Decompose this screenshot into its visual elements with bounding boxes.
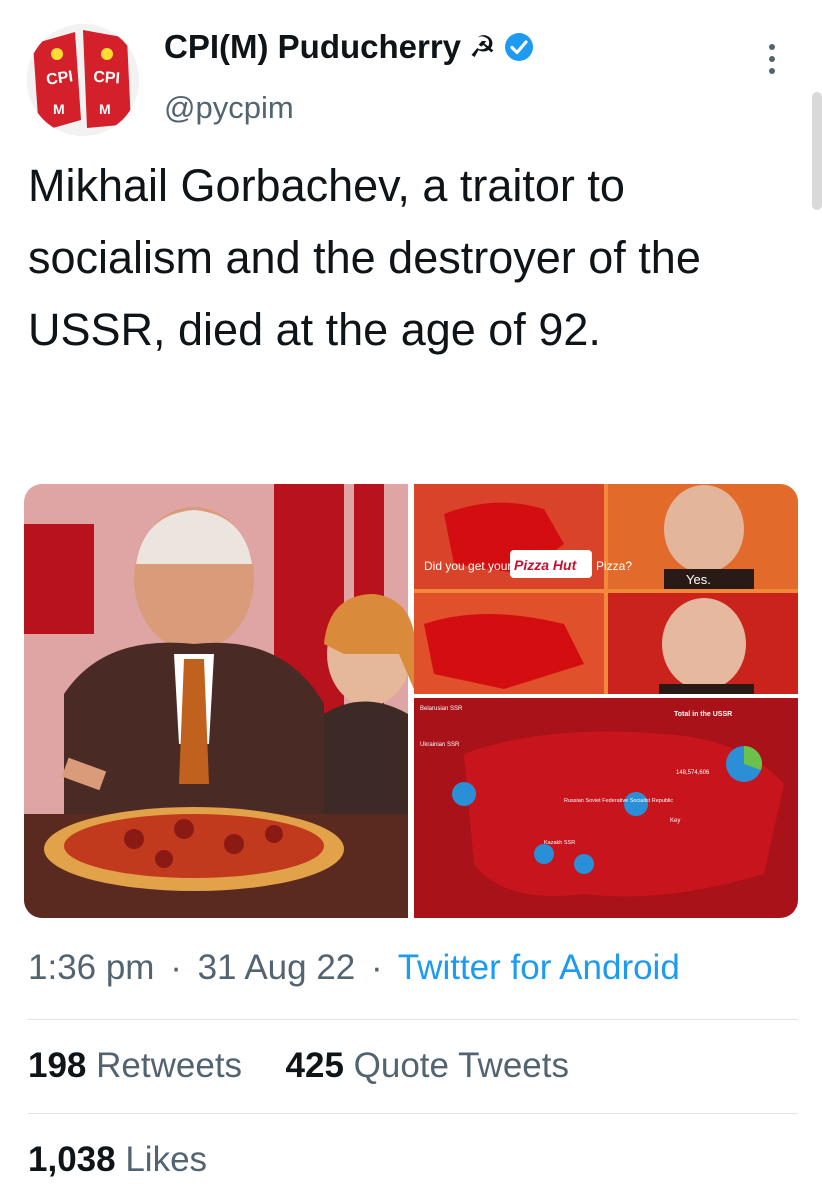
tweet-date[interactable]: 31 Aug 22 bbox=[198, 948, 356, 987]
divider bbox=[28, 1019, 798, 1020]
meta-separator: · bbox=[170, 948, 182, 987]
engagement-stats: 198 Retweets 425 Quote Tweets bbox=[28, 1046, 569, 1086]
vertical-ellipsis-icon[interactable] bbox=[764, 44, 780, 80]
tweet-source[interactable]: Twitter for Android bbox=[398, 948, 680, 987]
infographic-key-label: Key bbox=[670, 818, 680, 824]
quotes-count: 425 bbox=[285, 1046, 344, 1085]
author-handle[interactable]: @pycpim bbox=[164, 90, 294, 126]
infographic-rsfsr-label: Russian Soviet Federative Socialist Repu… bbox=[564, 798, 673, 804]
likes-count: 1,038 bbox=[28, 1140, 116, 1179]
verified-badge-icon bbox=[504, 32, 534, 62]
scrollbar[interactable] bbox=[812, 92, 822, 210]
retweets-count: 198 bbox=[28, 1046, 87, 1085]
pizza-hut-meme[interactable]: Pizza Hut Did you get your Pizza? Yes. bbox=[414, 484, 798, 694]
meme-answer: Yes. bbox=[686, 572, 711, 587]
meta-separator: · bbox=[370, 948, 383, 987]
infographic-total-value: 148,574,606 bbox=[676, 770, 710, 776]
svg-text:M: M bbox=[99, 101, 111, 117]
svg-text:M: M bbox=[53, 101, 65, 117]
infographic-ukraine-label: Ukrainian SSR bbox=[420, 742, 460, 748]
retweets-link[interactable]: 198 Retweets bbox=[28, 1046, 242, 1085]
svg-text:CPI: CPI bbox=[93, 69, 121, 88]
divider bbox=[28, 1113, 798, 1114]
pizza-hut-logo: Pizza Hut bbox=[514, 557, 578, 573]
likes-link[interactable]: 1,038 Likes bbox=[28, 1140, 207, 1180]
likes-label: Likes bbox=[125, 1140, 208, 1179]
meme-caption-right: Pizza? bbox=[596, 559, 632, 573]
tweet-metadata: 1:36 pm · 31 Aug 22 · Twitter for Androi… bbox=[28, 948, 680, 988]
avatar[interactable]: CPI CPI M M bbox=[27, 24, 139, 136]
hammer-sickle-emoji: ☭ bbox=[469, 30, 496, 64]
author-name-row[interactable]: CPI(M) Puducherry ☭ bbox=[164, 28, 534, 66]
infographic-kazakh-label: Kazakh SSR bbox=[544, 840, 575, 846]
infographic-total-title: Total in the USSR bbox=[674, 711, 732, 718]
tweet-media[interactable]: Pizza Hut Did you get your Pizza? Yes. B… bbox=[24, 484, 798, 918]
meme-caption-left: Did you get your bbox=[424, 559, 511, 573]
quotes-label: Quote Tweets bbox=[353, 1046, 569, 1085]
gorbachev-pizza-illustration[interactable] bbox=[24, 484, 416, 918]
display-name[interactable]: CPI(M) Puducherry bbox=[164, 28, 461, 66]
tweet-text: Mikhail Gorbachev, a traitor to socialis… bbox=[28, 160, 701, 355]
referendum-infographic[interactable]: Belarusian SSR Ukrainian SSR Total in th… bbox=[414, 698, 798, 918]
retweets-label: Retweets bbox=[96, 1046, 243, 1085]
infographic-belarus-label: Belarusian SSR bbox=[420, 706, 463, 712]
quote-tweets-link[interactable]: 425 Quote Tweets bbox=[286, 1046, 569, 1085]
tweet-time[interactable]: 1:36 pm bbox=[28, 948, 154, 987]
